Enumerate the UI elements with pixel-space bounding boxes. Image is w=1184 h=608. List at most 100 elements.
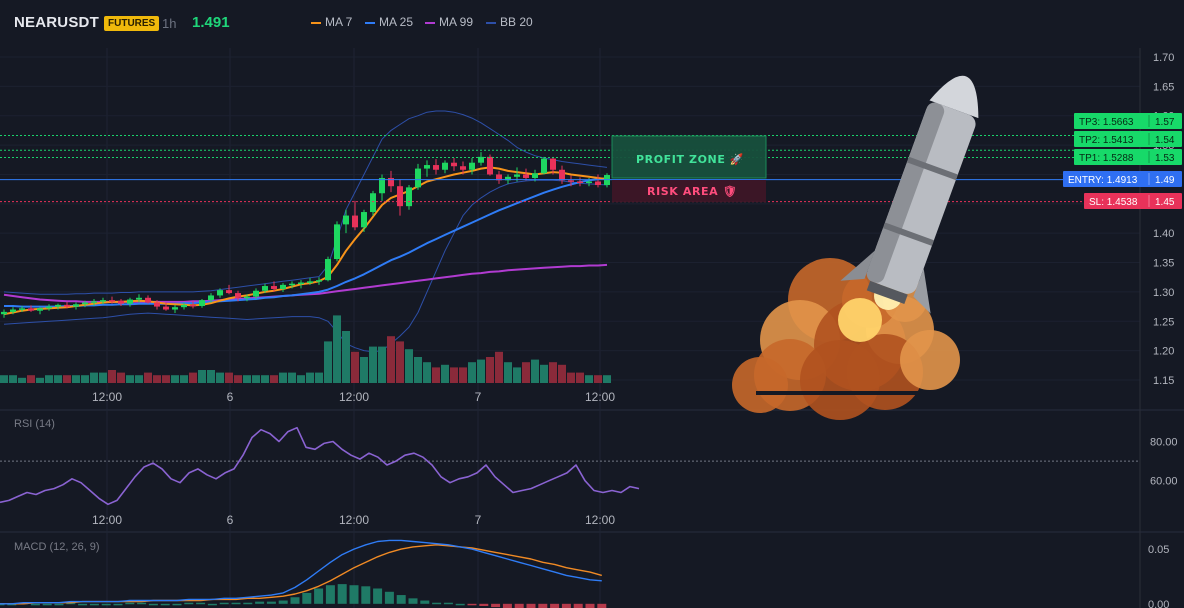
- volume-bar: [225, 372, 233, 383]
- volume-bar: [594, 375, 602, 383]
- level-tag-axis-value: 1.54: [1155, 135, 1175, 146]
- macd-histogram-bar: [113, 603, 123, 606]
- candle-body: [523, 174, 529, 178]
- candle-body: [397, 186, 403, 207]
- candle-body: [82, 302, 88, 305]
- macd-histogram-bar: [396, 595, 406, 604]
- macd-pane[interactable]: MACD (12, 26, 9) 0.05 0.00: [0, 539, 1169, 608]
- level-tags: TP3: 1.5663 1.57 TP2: 1.5413 1.54 TP1: 1.528…: [1063, 113, 1182, 209]
- time-tick-label-rsi: 12:00: [585, 513, 615, 527]
- smoke-puff: [800, 340, 880, 420]
- volume-bar: [144, 372, 152, 383]
- macd-histogram-bar: [184, 602, 194, 605]
- candle-body: [37, 308, 43, 311]
- candle-body: [181, 304, 187, 308]
- level-tag-label: SL: 1.4538: [1089, 197, 1138, 208]
- price-tick-label: 1.65: [1153, 81, 1174, 93]
- volume-bar: [90, 372, 98, 383]
- rsi-pane[interactable]: RSI (14) 80.00 60.00: [0, 418, 1178, 506]
- macd-histogram-bar: [443, 602, 453, 605]
- volume-bar: [423, 362, 431, 383]
- macd-histogram-bar: [101, 603, 111, 606]
- volume-bar: [279, 372, 287, 383]
- candle-body: [64, 304, 70, 307]
- candle-body: [244, 296, 250, 299]
- macd-histogram-bar: [597, 603, 607, 608]
- volume-bar: [207, 370, 215, 383]
- volume-bar: [63, 375, 71, 383]
- ma25-line: [4, 177, 608, 308]
- macd-histogram-bar: [550, 603, 560, 608]
- candle-body: [460, 166, 466, 170]
- macd-histogram-bar: [172, 603, 182, 606]
- volume-bar: [450, 367, 458, 383]
- macd-histogram-bar: [278, 600, 288, 604]
- candle-body: [550, 158, 556, 170]
- price-axis[interactable]: 1.701.651.601.551.501.451.401.351.301.25…: [1153, 52, 1174, 387]
- macd-histogram-bar: [219, 602, 229, 605]
- volume-bar: [54, 375, 62, 383]
- volume-bar: [414, 357, 422, 383]
- macd-histogram-bar: [514, 603, 524, 608]
- rocket-illustration: [732, 75, 979, 420]
- volume-bar: [342, 331, 350, 383]
- macd-histogram-bar: [538, 603, 548, 608]
- macd-histogram-bar: [255, 601, 265, 604]
- candle-body: [370, 193, 376, 213]
- level-tag-label: TP1: 1.5288: [1079, 153, 1134, 164]
- risk-area-label: RISK AREA 🛡: [647, 185, 737, 198]
- candle-body: [100, 300, 106, 302]
- candle-body: [343, 215, 349, 225]
- time-tick-label: 6: [227, 390, 234, 404]
- volume-bar: [117, 372, 125, 383]
- profit-zone-label: PROFIT ZONE 🚀: [636, 153, 744, 166]
- volume-bar: [270, 375, 278, 383]
- level-tag-axis-value: 1.45: [1155, 197, 1175, 208]
- volume-bar: [198, 370, 206, 383]
- level-tag-axis-value: 1.49: [1155, 175, 1175, 186]
- flame-core: [838, 298, 882, 342]
- level-tag-label: ENTRY: 1.4913: [1068, 175, 1138, 186]
- candle-body: [172, 307, 178, 310]
- chart-canvas[interactable]: PROFIT ZONE 🚀 RISK AREA 🛡 1.701.651.601.…: [0, 0, 1184, 608]
- price-tick-label: 1.25: [1153, 316, 1174, 328]
- macd-histogram-bar: [89, 603, 99, 606]
- candle-body: [352, 215, 358, 228]
- volume-bar: [261, 375, 269, 383]
- macd-histogram-bar: [302, 592, 312, 604]
- macd-histogram-bar: [408, 598, 418, 604]
- candle-body: [271, 286, 277, 289]
- candle-body: [361, 212, 367, 228]
- volume-bar: [81, 375, 89, 383]
- rsi-line: [0, 426, 640, 506]
- macd-histogram-bar: [196, 602, 206, 605]
- smoke-puff: [732, 357, 788, 413]
- volume-bar: [567, 372, 575, 383]
- volume-bar: [549, 362, 557, 383]
- candle-body: [109, 300, 115, 302]
- candle-body: [163, 306, 169, 310]
- volume-bar: [153, 375, 161, 383]
- volume-bar: [36, 377, 44, 383]
- candle-body: [217, 290, 223, 296]
- candle-body: [28, 308, 34, 311]
- volume-bar: [180, 375, 188, 383]
- volume-bar: [513, 367, 521, 383]
- candle-body: [235, 293, 241, 298]
- candle-body: [433, 165, 439, 170]
- volume-bar: [288, 372, 296, 383]
- candle-body: [1, 311, 7, 315]
- macd-title: MACD (12, 26, 9): [14, 541, 100, 553]
- candle-body: [298, 282, 304, 285]
- candle-body: [424, 165, 430, 169]
- volume-bar: [486, 357, 494, 383]
- candle-body: [73, 304, 79, 307]
- macd-histogram-bar: [373, 588, 383, 604]
- volume-bar: [396, 341, 404, 383]
- macd-histogram-bar: [243, 602, 253, 605]
- macd-histogram-bar: [573, 603, 583, 608]
- trade-zones: PROFIT ZONE 🚀 RISK AREA 🛡: [611, 135, 767, 202]
- time-tick-label: 12:00: [92, 390, 122, 404]
- cloud-clip: [756, 391, 918, 395]
- candle-body: [19, 308, 25, 310]
